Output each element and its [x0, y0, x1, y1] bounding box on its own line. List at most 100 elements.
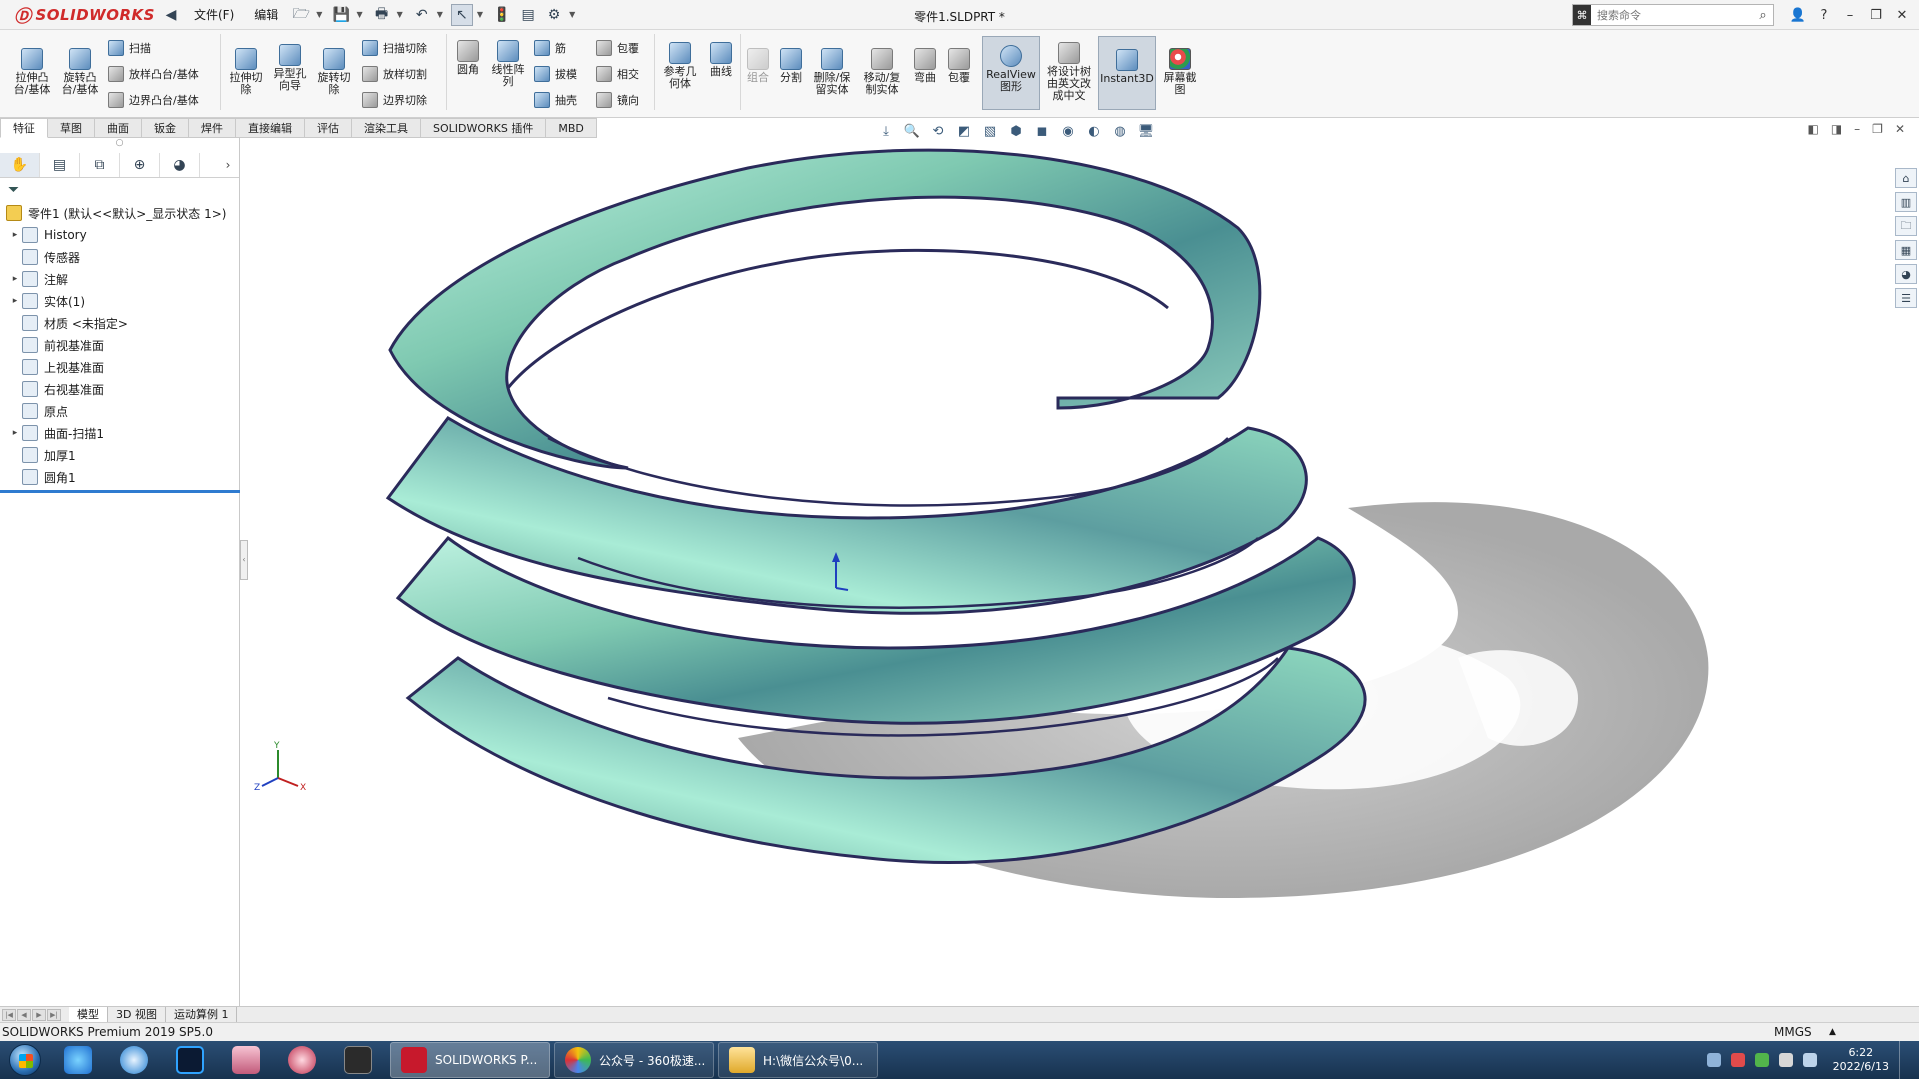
unit-system[interactable]: MMGS [1774, 1025, 1812, 1039]
curves-button[interactable]: 曲线 [704, 42, 738, 78]
extrude-cut-button[interactable]: 拉伸切 除 [226, 48, 266, 96]
search-icon[interactable]: ⌕ [1753, 8, 1773, 23]
first-tab-arrow-icon[interactable]: |◀ [2, 1008, 16, 1021]
tree-item-solid-bodies[interactable]: ▸ 实体(1) [0, 290, 239, 312]
panel-grip[interactable]: ○ [0, 138, 239, 152]
instant3d-button[interactable]: Instant3D [1098, 36, 1156, 110]
draft-button[interactable]: 拔模 [534, 66, 577, 82]
tray-volume-icon[interactable] [1778, 1053, 1793, 1067]
menu-file[interactable]: 文件(F) [186, 6, 242, 23]
file-explorer-icon[interactable]: 🗀 [1895, 216, 1917, 236]
boundary-boss-button[interactable]: 边界凸台/基体 [108, 92, 199, 108]
swept-cut-button[interactable]: 扫描切除 [362, 40, 427, 56]
tree-item-surface-sweep[interactable]: ▸ 曲面-扫描1 [0, 422, 239, 444]
panel-collapse-handle[interactable]: ‹ [240, 540, 248, 580]
unit-caret-icon[interactable]: ▲ [1829, 1027, 1836, 1037]
viewport-minimize-icon[interactable]: – [1854, 122, 1860, 136]
mirror-button[interactable]: 镜向 [596, 92, 639, 108]
expand-icon[interactable]: ▸ [8, 428, 22, 438]
tree-item-origin[interactable]: 原点 [0, 400, 239, 422]
menu-edit[interactable]: 编辑 [246, 6, 286, 23]
print-icon[interactable]: 🖶 [371, 4, 393, 26]
tab-evaluate[interactable]: 评估 [305, 118, 352, 138]
display-manager-tab-icon[interactable]: ◕ [160, 152, 200, 177]
taskbar-explorer[interactable]: H:\微信公众号\0... [718, 1042, 878, 1078]
extrude-boss-button[interactable]: 拉伸凸 台/基体 [10, 48, 54, 96]
select-caret-icon[interactable]: ▼ [477, 10, 483, 19]
expand-icon[interactable]: ▸ [8, 274, 22, 284]
tab-surfaces[interactable]: 曲面 [95, 118, 142, 138]
lofted-cut-button[interactable]: 放样切割 [362, 66, 427, 82]
tree-item-fillet[interactable]: 圆角1 [0, 466, 239, 488]
taskbar-solidworks[interactable]: SOLIDWORKS P... [390, 1042, 550, 1078]
filter-icon[interactable]: ⏷ [0, 178, 239, 202]
solidworks-resources-icon[interactable]: ⌂ [1895, 168, 1917, 188]
search-input[interactable] [1591, 6, 1753, 24]
tray-app-icon[interactable] [1730, 1053, 1745, 1067]
rollback-bar[interactable] [0, 490, 240, 493]
tab-features[interactable]: 特征 [0, 118, 48, 138]
select-arrow-icon[interactable]: ↖ [450, 3, 473, 26]
viewport-prev-icon[interactable]: ◧ [1807, 122, 1818, 136]
print-caret-icon[interactable]: ▼ [397, 10, 403, 19]
tree-item-top-plane[interactable]: 上视基准面 [0, 356, 239, 378]
pinned-photoshop[interactable] [162, 1042, 218, 1078]
tray-display-icon[interactable] [1802, 1053, 1817, 1067]
fillet-button[interactable]: 圆角 [452, 40, 484, 76]
tree-item-history[interactable]: ▸ History [0, 224, 239, 246]
next-tab-arrow-icon[interactable]: ▶ [32, 1008, 46, 1021]
wave-spring-model[interactable]: Y X Z [248, 138, 1888, 1008]
pinned-baidu-netdisk[interactable] [50, 1042, 106, 1078]
tab-render-tools[interactable]: 渲染工具 [352, 118, 421, 138]
save-caret-icon[interactable]: ▼ [356, 10, 362, 19]
viewport-next-icon[interactable]: ◨ [1831, 122, 1842, 136]
boundary-cut-button[interactable]: 边界切除 [362, 92, 427, 108]
tree-item-front-plane[interactable]: 前视基准面 [0, 334, 239, 356]
graphics-area[interactable]: Y X Z [248, 138, 1888, 1008]
prev-tab-arrow-icon[interactable]: ◀ [17, 1008, 31, 1021]
search-box[interactable]: ⌘ ⌕ [1572, 4, 1774, 26]
sweep-button[interactable]: 扫描 [108, 40, 151, 56]
tree-item-thicken[interactable]: 加厚1 [0, 444, 239, 466]
file-properties-icon[interactable]: ▤ [517, 4, 539, 26]
open-icon[interactable]: 🗁 [290, 4, 312, 26]
show-desktop-button[interactable] [1899, 1041, 1911, 1079]
pinned-app-5[interactable] [274, 1042, 330, 1078]
move-copy-body-button[interactable]: 移动/复 制实体 [858, 48, 906, 96]
tree-item-material[interactable]: 材质 <未指定> [0, 312, 239, 334]
tab-direct-editing[interactable]: 直接编辑 [236, 118, 305, 138]
tab-motion-study[interactable]: 运动算例 1 [166, 1007, 238, 1022]
open-caret-icon[interactable]: ▼ [316, 10, 322, 19]
undo-icon[interactable]: ↶ [411, 4, 433, 26]
appearances-icon[interactable]: ◕ [1895, 264, 1917, 284]
last-tab-arrow-icon[interactable]: ▶| [47, 1008, 61, 1021]
loft-boss-button[interactable]: 放样凸台/基体 [108, 66, 199, 82]
tree-item-right-plane[interactable]: 右视基准面 [0, 378, 239, 400]
save-icon[interactable]: 💾 [330, 4, 352, 26]
feature-manager-tab-icon[interactable]: ✋ [0, 152, 40, 177]
options-gear-icon[interactable]: ⚙ [543, 4, 565, 26]
tray-network-icon[interactable] [1706, 1053, 1721, 1067]
dimxpert-manager-tab-icon[interactable]: ⊕ [120, 152, 160, 177]
wrap2-button[interactable]: 包覆 [944, 48, 974, 84]
pinned-app-6[interactable] [330, 1042, 386, 1078]
undo-caret-icon[interactable]: ▼ [437, 10, 443, 19]
wrap-button[interactable]: 包覆 [596, 40, 639, 56]
more-tabs-chevron-icon[interactable]: › [217, 158, 239, 172]
viewport-close-icon[interactable]: ✕ [1895, 122, 1905, 136]
design-library-icon[interactable]: ▥ [1895, 192, 1917, 212]
rebuild-icon[interactable]: 🚦 [491, 4, 513, 26]
tab-sketch[interactable]: 草图 [48, 118, 95, 138]
pinned-ie[interactable] [106, 1042, 162, 1078]
delete-body-button[interactable]: 删除/保 留实体 [810, 48, 854, 96]
revolve-cut-button[interactable]: 旋转切 除 [314, 48, 354, 96]
taskbar-360-browser[interactable]: 公众号 - 360极速... [554, 1042, 714, 1078]
viewport-restore-icon[interactable]: ❐ [1872, 122, 1883, 136]
help-button[interactable]: ? [1813, 4, 1835, 26]
tree-root-part[interactable]: 零件1 (默认<<默认>_显示状态 1>) [0, 202, 239, 224]
revolve-boss-button[interactable]: 旋转凸 台/基体 [58, 48, 102, 96]
tab-weldments[interactable]: 焊件 [189, 118, 236, 138]
view-palette-icon[interactable]: ▦ [1895, 240, 1917, 260]
translate-tree-button[interactable]: 将设计树 由英文改 成中文 [1042, 42, 1096, 102]
configuration-manager-tab-icon[interactable]: ⧉ [80, 152, 120, 177]
